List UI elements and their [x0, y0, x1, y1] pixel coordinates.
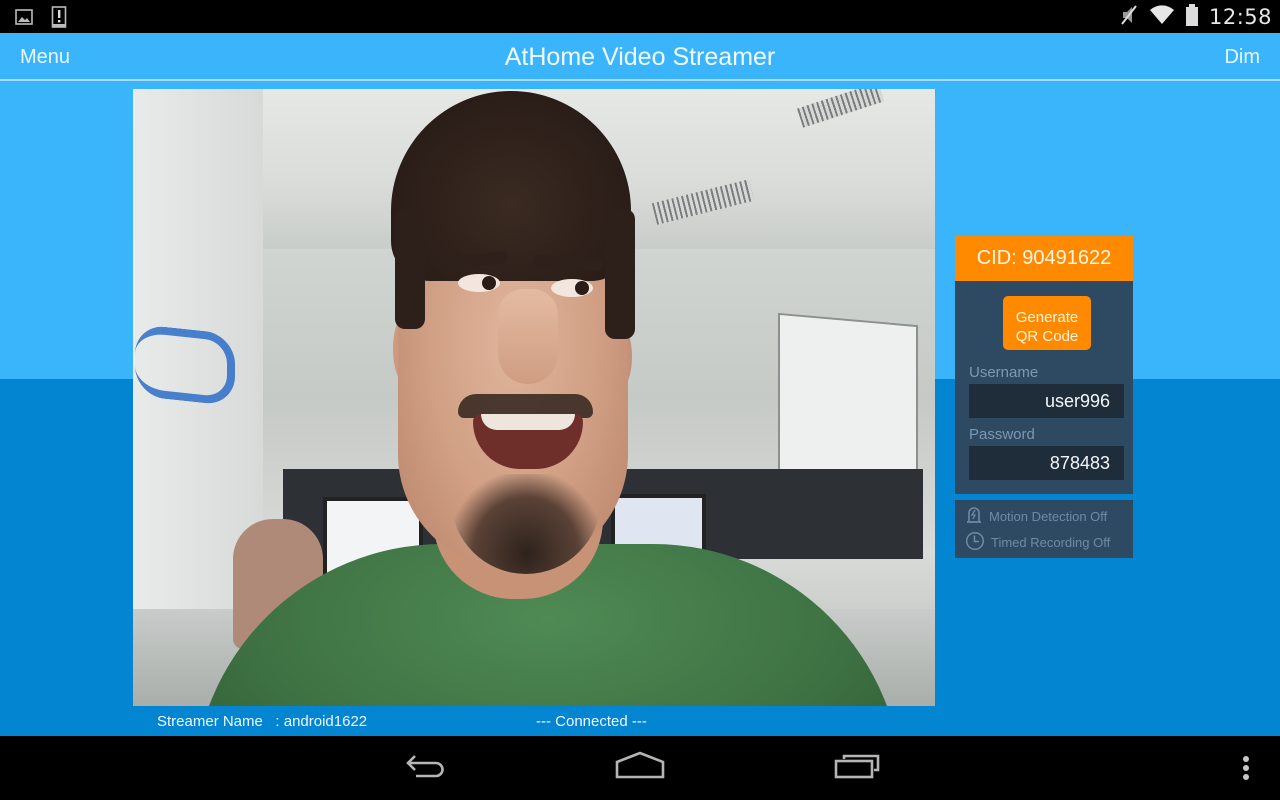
qr-button-line2: QR Code	[1015, 328, 1079, 345]
timed-recording-status[interactable]: Timed Recording Off	[965, 531, 1110, 554]
app-title: AtHome Video Streamer	[504, 43, 776, 71]
video-whiteboard	[778, 312, 918, 491]
video-person-eye	[458, 274, 500, 292]
password-field[interactable]: 878483	[969, 446, 1124, 480]
username-label: Username	[969, 364, 1039, 381]
video-person-nose	[498, 289, 558, 384]
timed-recording-label: Timed Recording Off	[991, 535, 1111, 550]
connection-status: --- Connected ---	[536, 713, 647, 730]
streamer-name-value: android1622	[283, 713, 368, 730]
streamer-name-separator: :	[275, 713, 280, 730]
muted-icon	[1119, 4, 1139, 31]
wifi-icon	[1149, 4, 1175, 30]
video-person-hair	[395, 209, 425, 329]
streamer-name-label: Streamer Name	[157, 713, 263, 730]
video-wall-logo	[135, 323, 235, 407]
recent-apps-icon[interactable]	[832, 750, 882, 791]
password-label: Password	[969, 426, 1035, 443]
motion-detection-status[interactable]: Motion Detection Off	[965, 506, 1107, 527]
video-person-hair	[605, 209, 635, 339]
status-bar: 12:58	[0, 0, 1280, 33]
system-nav-bar	[0, 736, 1280, 800]
motion-alarm-icon	[965, 506, 983, 527]
username-field[interactable]: user996	[969, 384, 1124, 418]
motion-detection-label: Motion Detection Off	[989, 509, 1108, 524]
alert-notification-icon	[51, 6, 67, 33]
generate-qr-code-button[interactable]: Generate QR Code	[1003, 296, 1091, 350]
recording-status-panel: Motion Detection Off Timed Recording Off	[955, 500, 1133, 558]
gallery-notification-icon	[15, 8, 33, 31]
action-bar: Menu AtHome Video Streamer Dim	[0, 33, 1280, 81]
clock-icon	[965, 531, 985, 554]
cid-panel: CID: 90491622 Generate QR Code Username …	[955, 236, 1133, 494]
overflow-menu-icon[interactable]	[1238, 754, 1254, 789]
video-preview[interactable]	[133, 89, 935, 706]
battery-icon	[1185, 3, 1199, 31]
qr-button-line1: Generate	[1015, 309, 1079, 326]
app-content: Menu AtHome Video Streamer Dim Streamer …	[0, 33, 1280, 736]
dim-button[interactable]: Dim	[1224, 46, 1260, 69]
video-person-eye	[551, 279, 593, 297]
streamer-name: Streamer Name : android1622	[157, 713, 367, 730]
clock: 12:58	[1208, 5, 1272, 29]
back-icon[interactable]	[400, 750, 448, 791]
cid-label: CID: 90491622	[955, 236, 1133, 281]
home-icon[interactable]	[614, 750, 666, 791]
